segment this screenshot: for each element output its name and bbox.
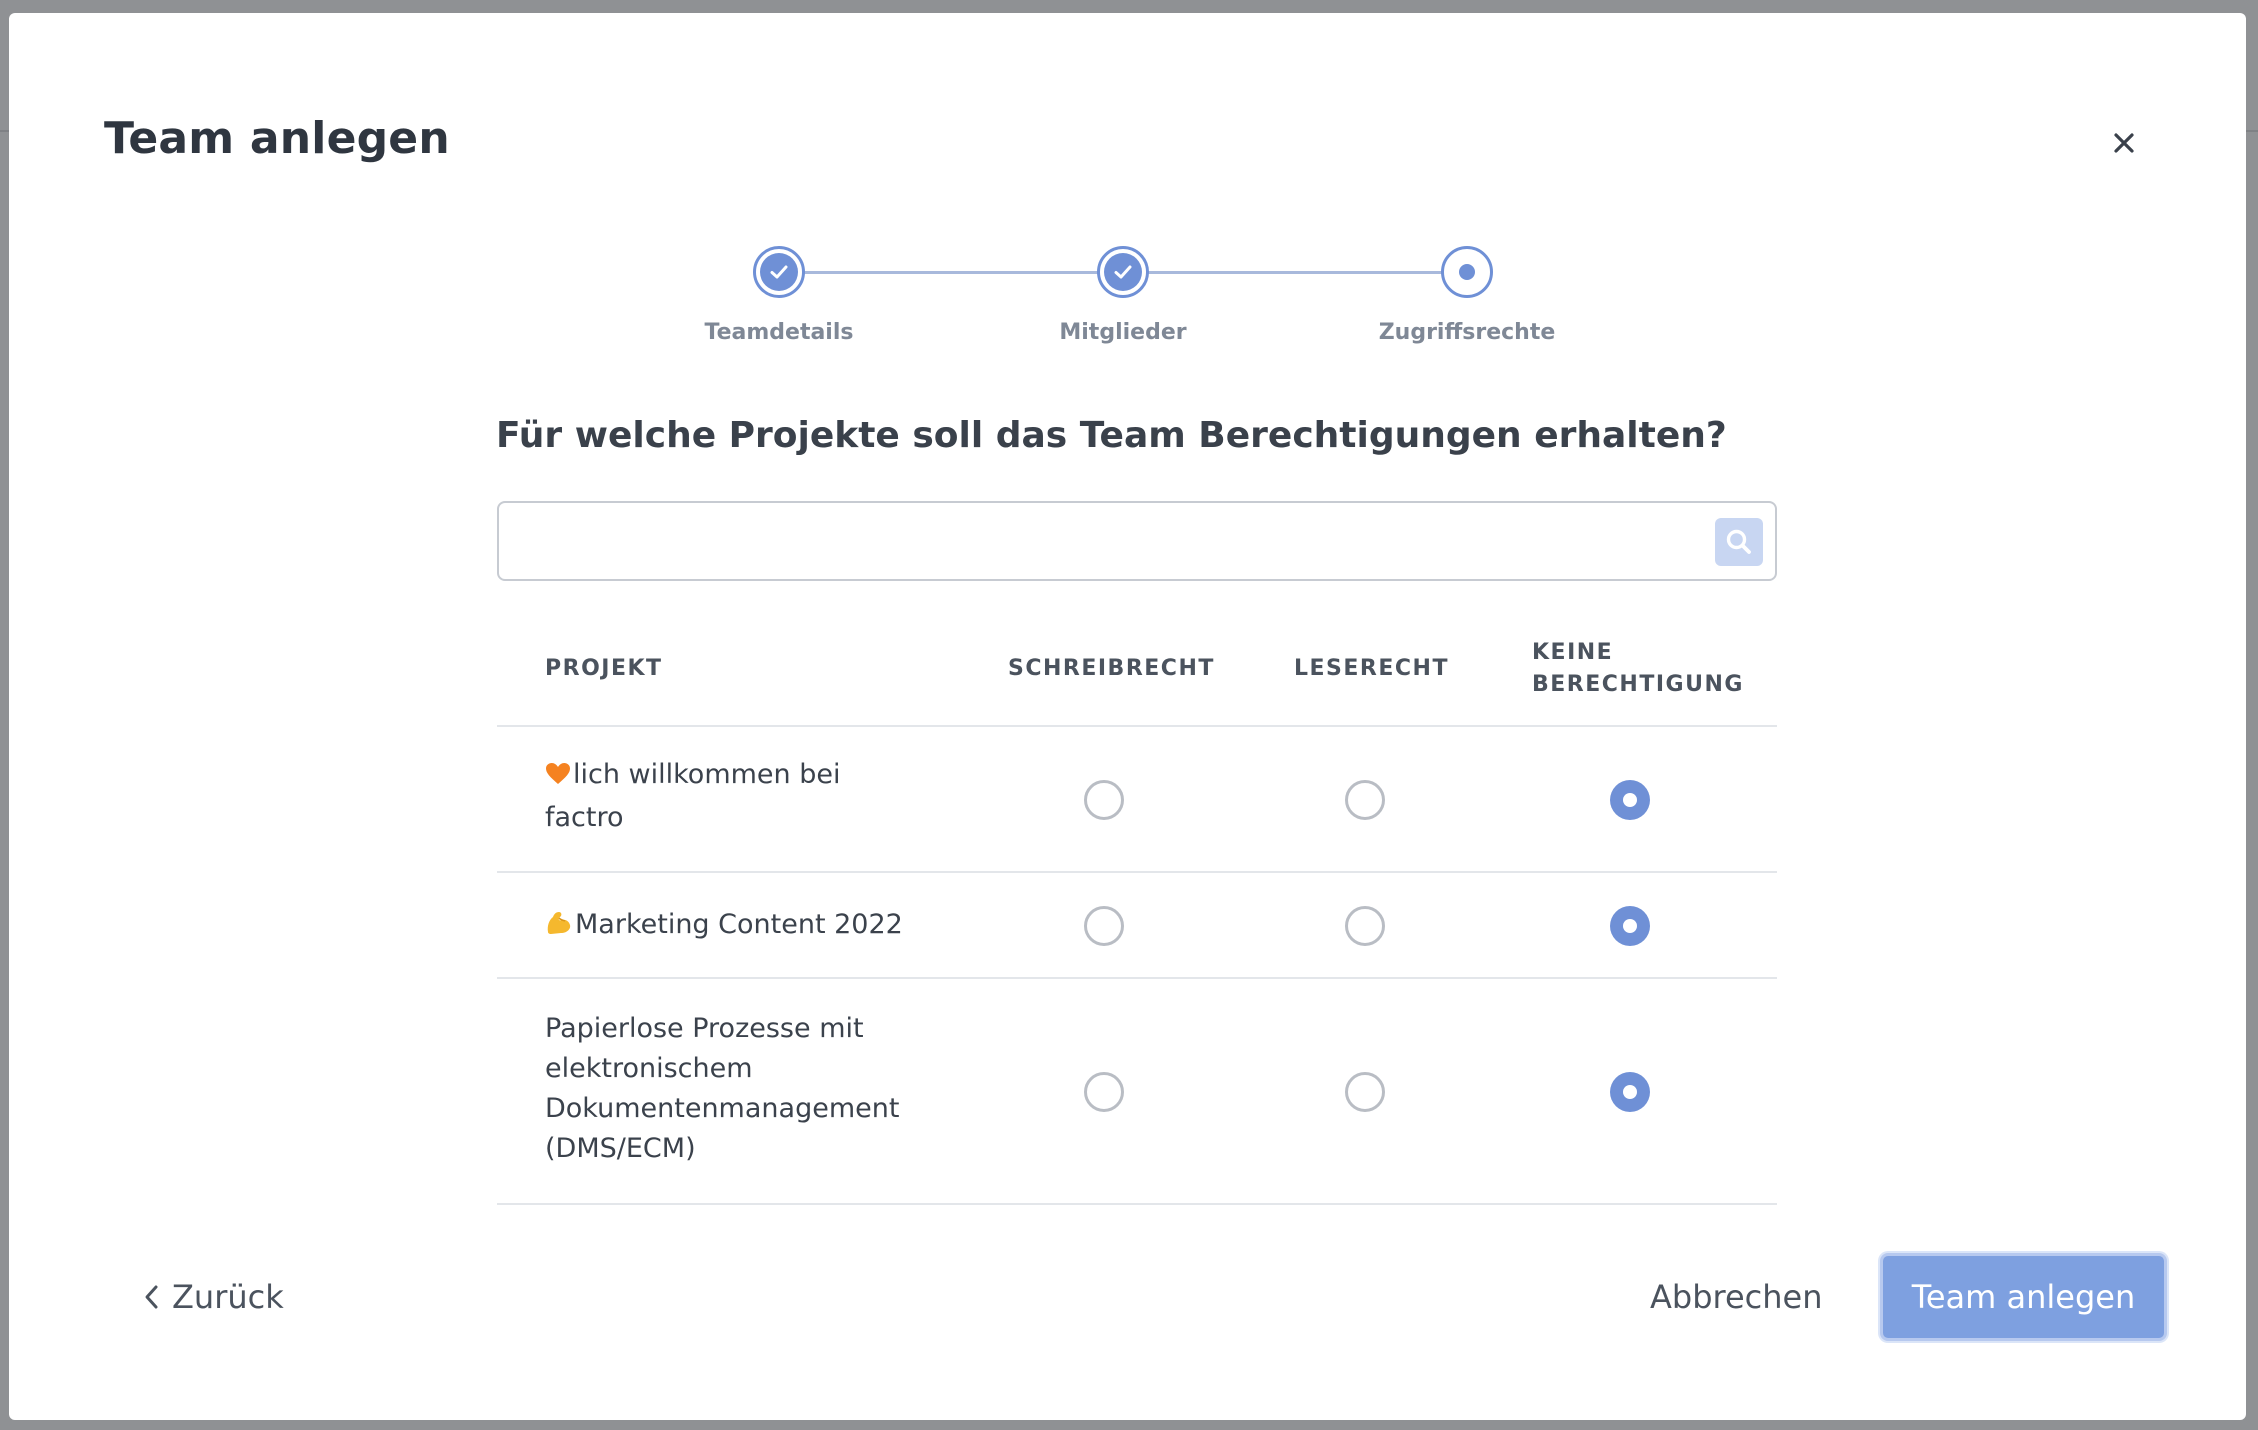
header-write: SCHREIBRECHT	[1008, 656, 1215, 681]
radio-read[interactable]	[1345, 906, 1385, 946]
header-none: KEINE BERECHTIGUNG	[1532, 637, 1744, 701]
step-zugriffsrechte[interactable]: Zugriffsrechte	[1357, 246, 1577, 345]
step-circle	[1441, 246, 1493, 298]
back-button-label: Zurück	[172, 1278, 284, 1316]
radio-read[interactable]	[1345, 780, 1385, 820]
close-button[interactable]	[2104, 123, 2144, 163]
close-icon	[2114, 133, 2134, 153]
search-icon	[1726, 529, 1751, 554]
project-name: Papierlose Prozesse mit elektronischem D…	[545, 1013, 900, 1164]
project-name-text: lich willkommen bei factro	[545, 759, 841, 833]
create-team-button[interactable]: Team anlegen	[1880, 1253, 2167, 1341]
project-search	[497, 501, 1777, 581]
back-button[interactable]: Zurück	[144, 1275, 284, 1319]
section-question: Für welche Projekte soll das Team Berech…	[496, 415, 1727, 456]
table-row: lich willkommen bei factro	[497, 727, 1777, 873]
table-header: PROJEKT SCHREIBRECHT LESERECHT KEINE BER…	[497, 613, 1777, 727]
dialog-title: Team anlegen	[104, 113, 450, 164]
background-divider	[0, 130, 9, 132]
radio-write[interactable]	[1084, 906, 1124, 946]
project-name-text: Marketing Content 2022	[575, 909, 903, 940]
step-circle	[1097, 246, 1149, 298]
heart-icon	[545, 758, 571, 798]
step-circle	[753, 246, 805, 298]
project-name: Marketing Content 2022	[545, 905, 1005, 948]
step-teamdetails[interactable]: Teamdetails	[669, 246, 889, 345]
check-icon	[770, 265, 788, 279]
radio-write[interactable]	[1084, 780, 1124, 820]
background-divider	[2246, 130, 2258, 132]
step-mitglieder[interactable]: Mitglieder	[1013, 246, 1233, 345]
search-button[interactable]	[1715, 518, 1763, 566]
cancel-button[interactable]: Abbrechen	[1650, 1275, 1823, 1319]
check-icon	[1114, 265, 1132, 279]
create-team-dialog: Team anlegen Teamdetails Mitglieder Zugr…	[9, 13, 2246, 1420]
radio-none[interactable]	[1610, 906, 1650, 946]
step-label: Mitglieder	[1059, 320, 1187, 345]
header-read: LESERECHT	[1294, 656, 1449, 681]
radio-none[interactable]	[1610, 780, 1650, 820]
current-step-dot-icon	[1459, 264, 1475, 280]
table-row: Papierlose Prozesse mit elektronischem D…	[497, 979, 1777, 1205]
search-input[interactable]	[515, 513, 1695, 569]
project-name: lich willkommen bei factro	[545, 755, 925, 838]
step-label: Zugriffsrechte	[1378, 320, 1556, 345]
progress-stepper: Teamdetails Mitglieder Zugriffsrechte	[699, 246, 1599, 346]
header-none-line2: BERECHTIGUNG	[1532, 672, 1744, 697]
flexed-biceps-icon	[545, 908, 573, 948]
radio-none[interactable]	[1610, 1072, 1650, 1112]
table-row: Marketing Content 2022	[497, 873, 1777, 979]
chevron-left-icon	[145, 1285, 158, 1309]
radio-read[interactable]	[1345, 1072, 1385, 1112]
radio-write[interactable]	[1084, 1072, 1124, 1112]
permissions-table: PROJEKT SCHREIBRECHT LESERECHT KEINE BER…	[497, 613, 1777, 1205]
header-none-line1: KEINE	[1532, 640, 1614, 665]
step-label: Teamdetails	[704, 320, 854, 345]
header-project: PROJEKT	[545, 656, 663, 681]
